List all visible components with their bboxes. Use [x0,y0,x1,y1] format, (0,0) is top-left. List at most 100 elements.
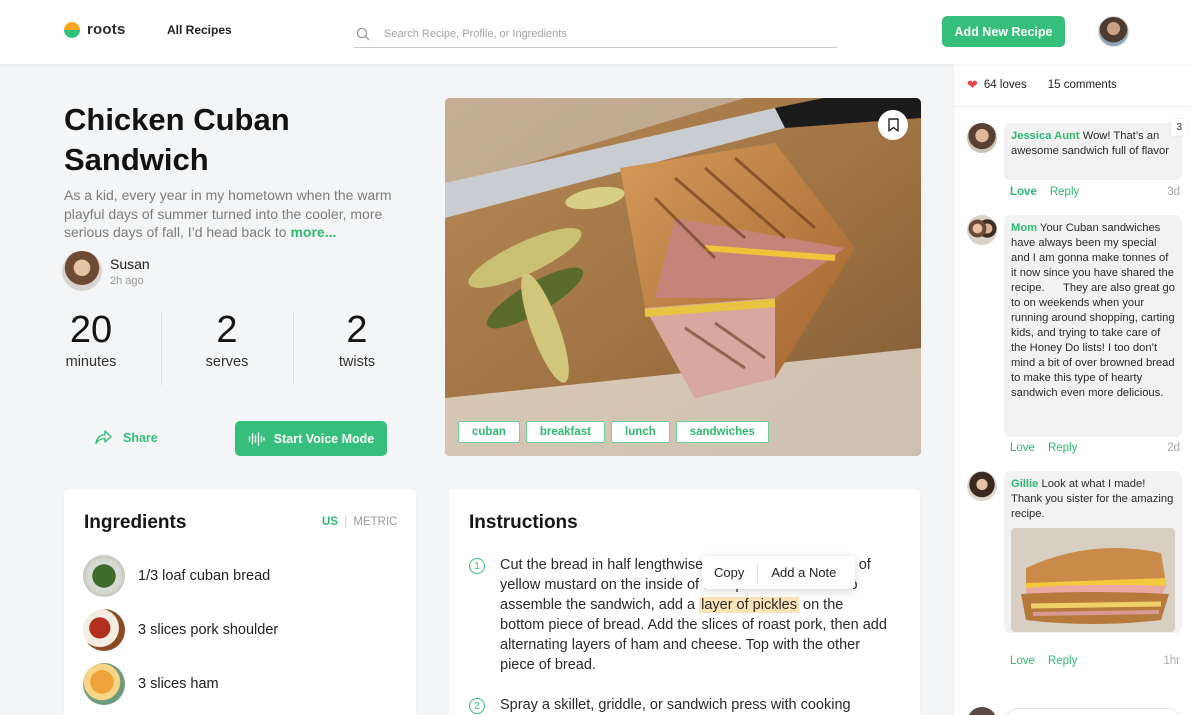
unit-metric[interactable]: METRIC [353,516,397,528]
share-button[interactable]: Share [95,430,158,445]
comment-input-avatar [967,707,997,715]
user-avatar[interactable] [1098,16,1129,47]
engagement-summary: ❤ 64 loves 15 comments [954,64,1191,107]
commenter-avatar[interactable] [967,215,997,245]
comment-text: Your Cuban sandwiches have always been m… [1011,222,1179,399]
start-voice-mode-button[interactable]: Start Voice Mode [235,421,387,456]
copy-button[interactable]: Copy [702,565,757,580]
search-icon [356,27,370,40]
step-text[interactable]: Spray a skillet, griddle, or sandwich pr… [500,695,890,715]
tag-chip[interactable]: cuban [458,421,520,443]
comment-actions: Love Reply 2d [1010,442,1180,454]
more-link[interactable]: more... [290,224,336,240]
search-bar[interactable] [354,20,837,48]
comments-sidebar: ❤ 64 loves 15 comments Jessica Aunt Wow!… [953,64,1191,715]
top-nav-bar: roots All Recipes Add New Recipe [0,0,1191,64]
heart-icon[interactable]: ❤ [967,77,978,93]
reply-button[interactable]: Reply [1048,655,1077,667]
recipe-stats: 20 minutes 2 serves 2 twists [64,310,424,385]
ingredient-item[interactable]: 3 slices pork shoulder [83,609,278,651]
comment-time: 1hr [1163,655,1180,667]
recipe-photo: cuban breakfast lunch sandwiches [445,98,921,456]
stat-serves: 2 serves [198,310,256,370]
description-text: As a kid, every year in my hometown when… [64,187,392,240]
comment-author[interactable]: Jessica Aunt [1011,130,1080,142]
stat-twists: 2 twists [332,310,382,370]
brand-logo[interactable]: roots [64,21,126,38]
voice-wave-icon [248,431,265,446]
tag-chip[interactable]: breakfast [525,421,606,443]
unit-us[interactable]: US [322,516,338,528]
ingredient-item[interactable]: 3 slices ham [83,663,219,705]
recipe-tags: cuban breakfast lunch sandwiches [458,421,769,443]
author-time: 2h ago [110,274,144,287]
brand-name: roots [87,21,126,38]
love-button[interactable]: Love [1010,186,1037,198]
love-button[interactable]: Love [1010,655,1035,667]
selection-popup: Copy Add a Note [702,556,855,589]
commenter-avatar[interactable] [967,471,997,501]
bookmark-icon [887,118,899,132]
sandwich-image [445,98,921,456]
ingredient-thumbnail [83,555,125,597]
ingredient-text: 3 slices pork shoulder [138,622,279,638]
comment-time: 2d [1167,442,1180,454]
stat-label: twists [338,354,376,370]
comment-author[interactable]: Gillie [1011,478,1038,490]
share-label: Share [123,430,158,445]
instruction-step: 2 Spray a skillet, griddle, or sandwich … [469,695,890,715]
comment-actions: Love Reply 3d [1010,186,1180,198]
add-new-recipe-button[interactable]: Add New Recipe [942,16,1065,47]
stat-value: 20 [69,309,113,351]
stat-minutes: 20 minutes [64,310,118,370]
voice-mode-label: Start Voice Mode [273,431,375,446]
nav-all-recipes[interactable]: All Recipes [167,23,232,37]
add-note-button[interactable]: Add a Note [758,565,836,580]
reaction-count-badge: 3 [1171,119,1187,136]
step-number: 2 [469,698,485,714]
bookmark-button[interactable] [878,110,908,140]
comment-input[interactable] [1004,708,1182,715]
loves-count: 64 loves [983,79,1027,91]
search-input[interactable] [384,27,824,40]
comment-bubble: Jessica Aunt Wow! That’s an awesome sand… [1004,119,1187,180]
instructions-card: Instructions 1 Cut the bread in half len… [449,489,920,715]
share-icon [95,430,112,445]
ingredient-thumbnail [83,609,125,651]
sandwich-photo-image [1011,528,1175,632]
ingredient-item[interactable]: 1/3 loaf cuban bread [83,555,270,597]
comment-author[interactable]: Mom [1011,222,1037,234]
comment-actions: Love Reply 1hr [1010,655,1180,667]
stat-label: minutes [65,354,117,370]
stat-divider [161,312,162,385]
tag-chip[interactable]: lunch [611,421,670,443]
recipe-title: Chicken Cuban Sandwich [64,102,290,177]
recipe-description: As a kid, every year in my hometown when… [64,186,424,242]
author-avatar[interactable] [62,251,102,291]
comment-photo[interactable] [1011,528,1175,632]
stat-divider [293,312,294,385]
unit-toggle: US | METRIC [322,516,397,528]
recipe-author[interactable]: Susan 2h ago [62,251,150,291]
comment-time: 3d [1167,186,1180,198]
ingredients-title: Ingredients [84,512,187,533]
author-name[interactable]: Susan [110,256,150,272]
logo-icon [64,21,80,38]
tag-chip[interactable]: sandwiches [675,421,769,443]
love-button[interactable]: Love [1010,442,1035,454]
comment-bubble: Gillie Look at what I made! Thank you si… [1004,471,1182,633]
comment-bubble: Mom Your Cuban sandwiches have always be… [1004,215,1182,437]
comments-count[interactable]: 15 comments [1048,79,1117,91]
ingredient-text: 1/3 loaf cuban bread [138,568,271,584]
ingredient-thumbnail [83,663,125,705]
stat-value: 2 [216,309,238,351]
reply-button[interactable]: Reply [1048,442,1077,454]
stat-value: 2 [346,309,368,351]
stat-label: serves [205,354,249,370]
unit-separator: | [344,516,348,528]
commenter-avatar[interactable] [967,123,997,153]
reply-button[interactable]: Reply [1050,186,1079,198]
ingredients-card: Ingredients US | METRIC 1/3 loaf cuban b… [64,489,416,715]
instructions-title: Instructions [469,512,578,533]
highlighted-text[interactable]: layer of pickles [699,597,799,613]
